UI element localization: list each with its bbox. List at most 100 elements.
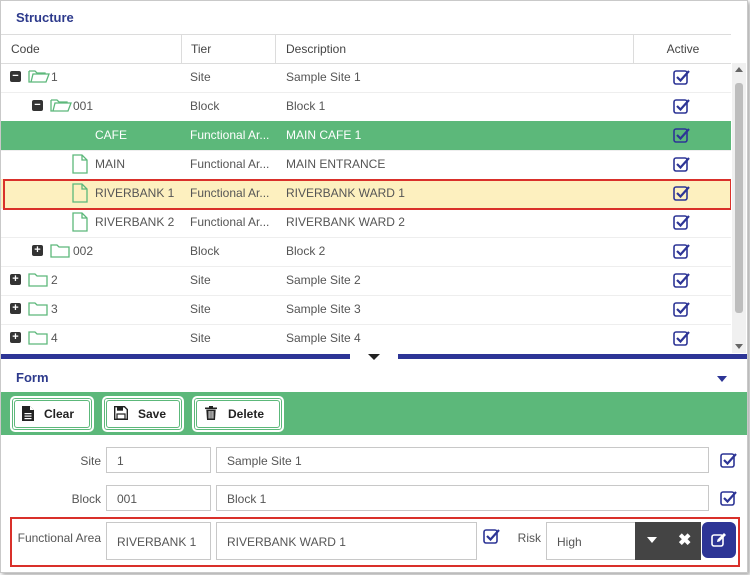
tree-header: Code Tier Description Active: [1, 34, 731, 64]
row-code: CAFE: [95, 128, 128, 142]
row-code: 1: [51, 70, 58, 84]
row-description: MAIN CAFE 1: [286, 128, 362, 142]
chevron-down-icon[interactable]: [647, 537, 657, 543]
panel-splitter[interactable]: [1, 354, 747, 360]
document-icon: [72, 183, 88, 203]
tree-scrollbar[interactable]: [732, 63, 746, 353]
delete-button[interactable]: Delete: [192, 396, 284, 432]
save-button[interactable]: Save: [102, 396, 184, 432]
row-tier: Block: [190, 244, 220, 258]
tree-row[interactable]: + 3 Site Sample Site 3: [1, 295, 731, 325]
block-active-checkbox-icon[interactable]: [720, 490, 738, 506]
row-description: Block 1: [286, 99, 326, 113]
active-checkbox-icon[interactable]: [673, 69, 691, 85]
folder-open-icon: [28, 70, 50, 83]
folder-icon: [28, 273, 48, 287]
column-description[interactable]: Description: [275, 35, 633, 63]
tree-row[interactable]: − 1 Site Sample Site 1: [1, 63, 731, 93]
folder-icon: [50, 244, 70, 258]
form-toolbar: Clear Save Delete: [1, 392, 747, 435]
active-checkbox-icon[interactable]: [673, 98, 691, 114]
tree-rows: − 1 Site Sample Site 1 − 001 Block Block…: [1, 63, 731, 353]
functional-area-label: Functional Area: [17, 531, 101, 545]
block-description-field[interactable]: Block 1: [216, 485, 709, 511]
clear-button[interactable]: Clear: [10, 396, 94, 432]
form-title: Form: [16, 370, 49, 385]
row-code: 3: [51, 302, 58, 316]
splitter-arrow-icon[interactable]: [368, 354, 380, 360]
site-label: Site: [80, 454, 101, 468]
document-icon: [22, 406, 34, 421]
functional-area-description-field[interactable]: RIVERBANK WARD 1: [216, 522, 477, 560]
tree-row[interactable]: RIVERBANK 2 Functional Ar... RIVERBANK W…: [1, 208, 731, 238]
folder-icon: [28, 331, 48, 345]
row-code: MAIN: [95, 157, 125, 171]
risk-dropdown-controls: ✖: [635, 522, 701, 560]
block-code-field[interactable]: 001: [106, 485, 211, 511]
edit-icon: [711, 533, 726, 547]
tree-row-selected[interactable]: CAFE Functional Ar... MAIN CAFE 1: [1, 121, 731, 151]
active-checkbox-icon[interactable]: [673, 272, 691, 288]
row-code: 2: [51, 273, 58, 287]
structure-title: Structure: [16, 10, 74, 25]
active-checkbox-icon[interactable]: [673, 214, 691, 230]
folder-open-icon: [50, 99, 72, 112]
collapse-toggle-icon[interactable]: −: [10, 71, 21, 82]
active-checkbox-icon[interactable]: [673, 156, 691, 172]
tree-row[interactable]: + 4 Site Sample Site 4: [1, 324, 731, 353]
active-checkbox-icon[interactable]: [673, 243, 691, 259]
row-tier: Site: [190, 331, 211, 345]
active-checkbox-icon[interactable]: [673, 185, 691, 201]
expand-toggle-icon[interactable]: +: [10, 303, 21, 314]
column-tier[interactable]: Tier: [181, 35, 275, 63]
site-active-checkbox-icon[interactable]: [720, 452, 738, 468]
expand-toggle-icon[interactable]: +: [32, 245, 43, 256]
row-description: Sample Site 3: [286, 302, 361, 316]
row-code: 002: [73, 244, 94, 258]
row-description: Sample Site 1: [286, 70, 361, 84]
folder-icon: [28, 302, 48, 316]
row-description: Sample Site 4: [286, 331, 361, 345]
risk-select[interactable]: High: [546, 522, 636, 560]
tree-row[interactable]: − 001 Block Block 1: [1, 92, 731, 122]
edit-button[interactable]: [702, 522, 736, 558]
close-icon[interactable]: ✖: [678, 530, 691, 550]
collapse-toggle-icon[interactable]: −: [32, 100, 43, 111]
active-checkbox-icon[interactable]: [673, 330, 691, 346]
active-checkbox-icon[interactable]: [673, 127, 691, 143]
expand-toggle-icon[interactable]: +: [10, 332, 21, 343]
clear-label: Clear: [44, 407, 75, 421]
row-tier: Block: [190, 99, 220, 113]
row-code: RIVERBANK 2: [95, 215, 175, 229]
tree-row[interactable]: MAIN Functional Ar... MAIN ENTRANCE: [1, 150, 731, 180]
tree-row[interactable]: + 2 Site Sample Site 2: [1, 266, 731, 296]
functional-area-code-field[interactable]: RIVERBANK 1: [106, 522, 211, 560]
save-label: Save: [138, 407, 167, 421]
site-code-field[interactable]: 1: [106, 447, 211, 473]
functional-area-active-checkbox-icon[interactable]: [483, 528, 501, 544]
tree-row[interactable]: + 002 Block Block 2: [1, 237, 731, 267]
active-checkbox-icon[interactable]: [673, 301, 691, 317]
row-description: Block 2: [286, 244, 326, 258]
block-label: Block: [71, 492, 101, 506]
row-tier: Site: [190, 302, 211, 316]
document-icon: [72, 212, 88, 232]
document-icon: [72, 154, 88, 174]
expand-toggle-icon[interactable]: +: [10, 274, 21, 285]
row-tier: Site: [190, 273, 211, 287]
row-description: Sample Site 2: [286, 273, 361, 287]
scroll-thumb[interactable]: [735, 83, 743, 313]
document-icon: [72, 125, 88, 145]
row-tier: Functional Ar...: [190, 128, 270, 142]
scroll-up-icon[interactable]: [735, 67, 743, 72]
column-active[interactable]: Active: [633, 35, 732, 63]
scroll-down-icon[interactable]: [735, 344, 743, 349]
site-description-field[interactable]: Sample Site 1: [216, 447, 709, 473]
row-tier: Functional Ar...: [190, 186, 270, 200]
row-code: RIVERBANK 1: [95, 186, 175, 200]
tree-row-highlighted[interactable]: RIVERBANK 1 Functional Ar... RIVERBANK W…: [1, 179, 731, 210]
app-window: Structure Code Tier Description Active −…: [0, 0, 748, 573]
column-code[interactable]: Code: [11, 35, 181, 63]
risk-label: Risk: [517, 531, 541, 545]
chevron-down-icon[interactable]: [717, 376, 727, 382]
